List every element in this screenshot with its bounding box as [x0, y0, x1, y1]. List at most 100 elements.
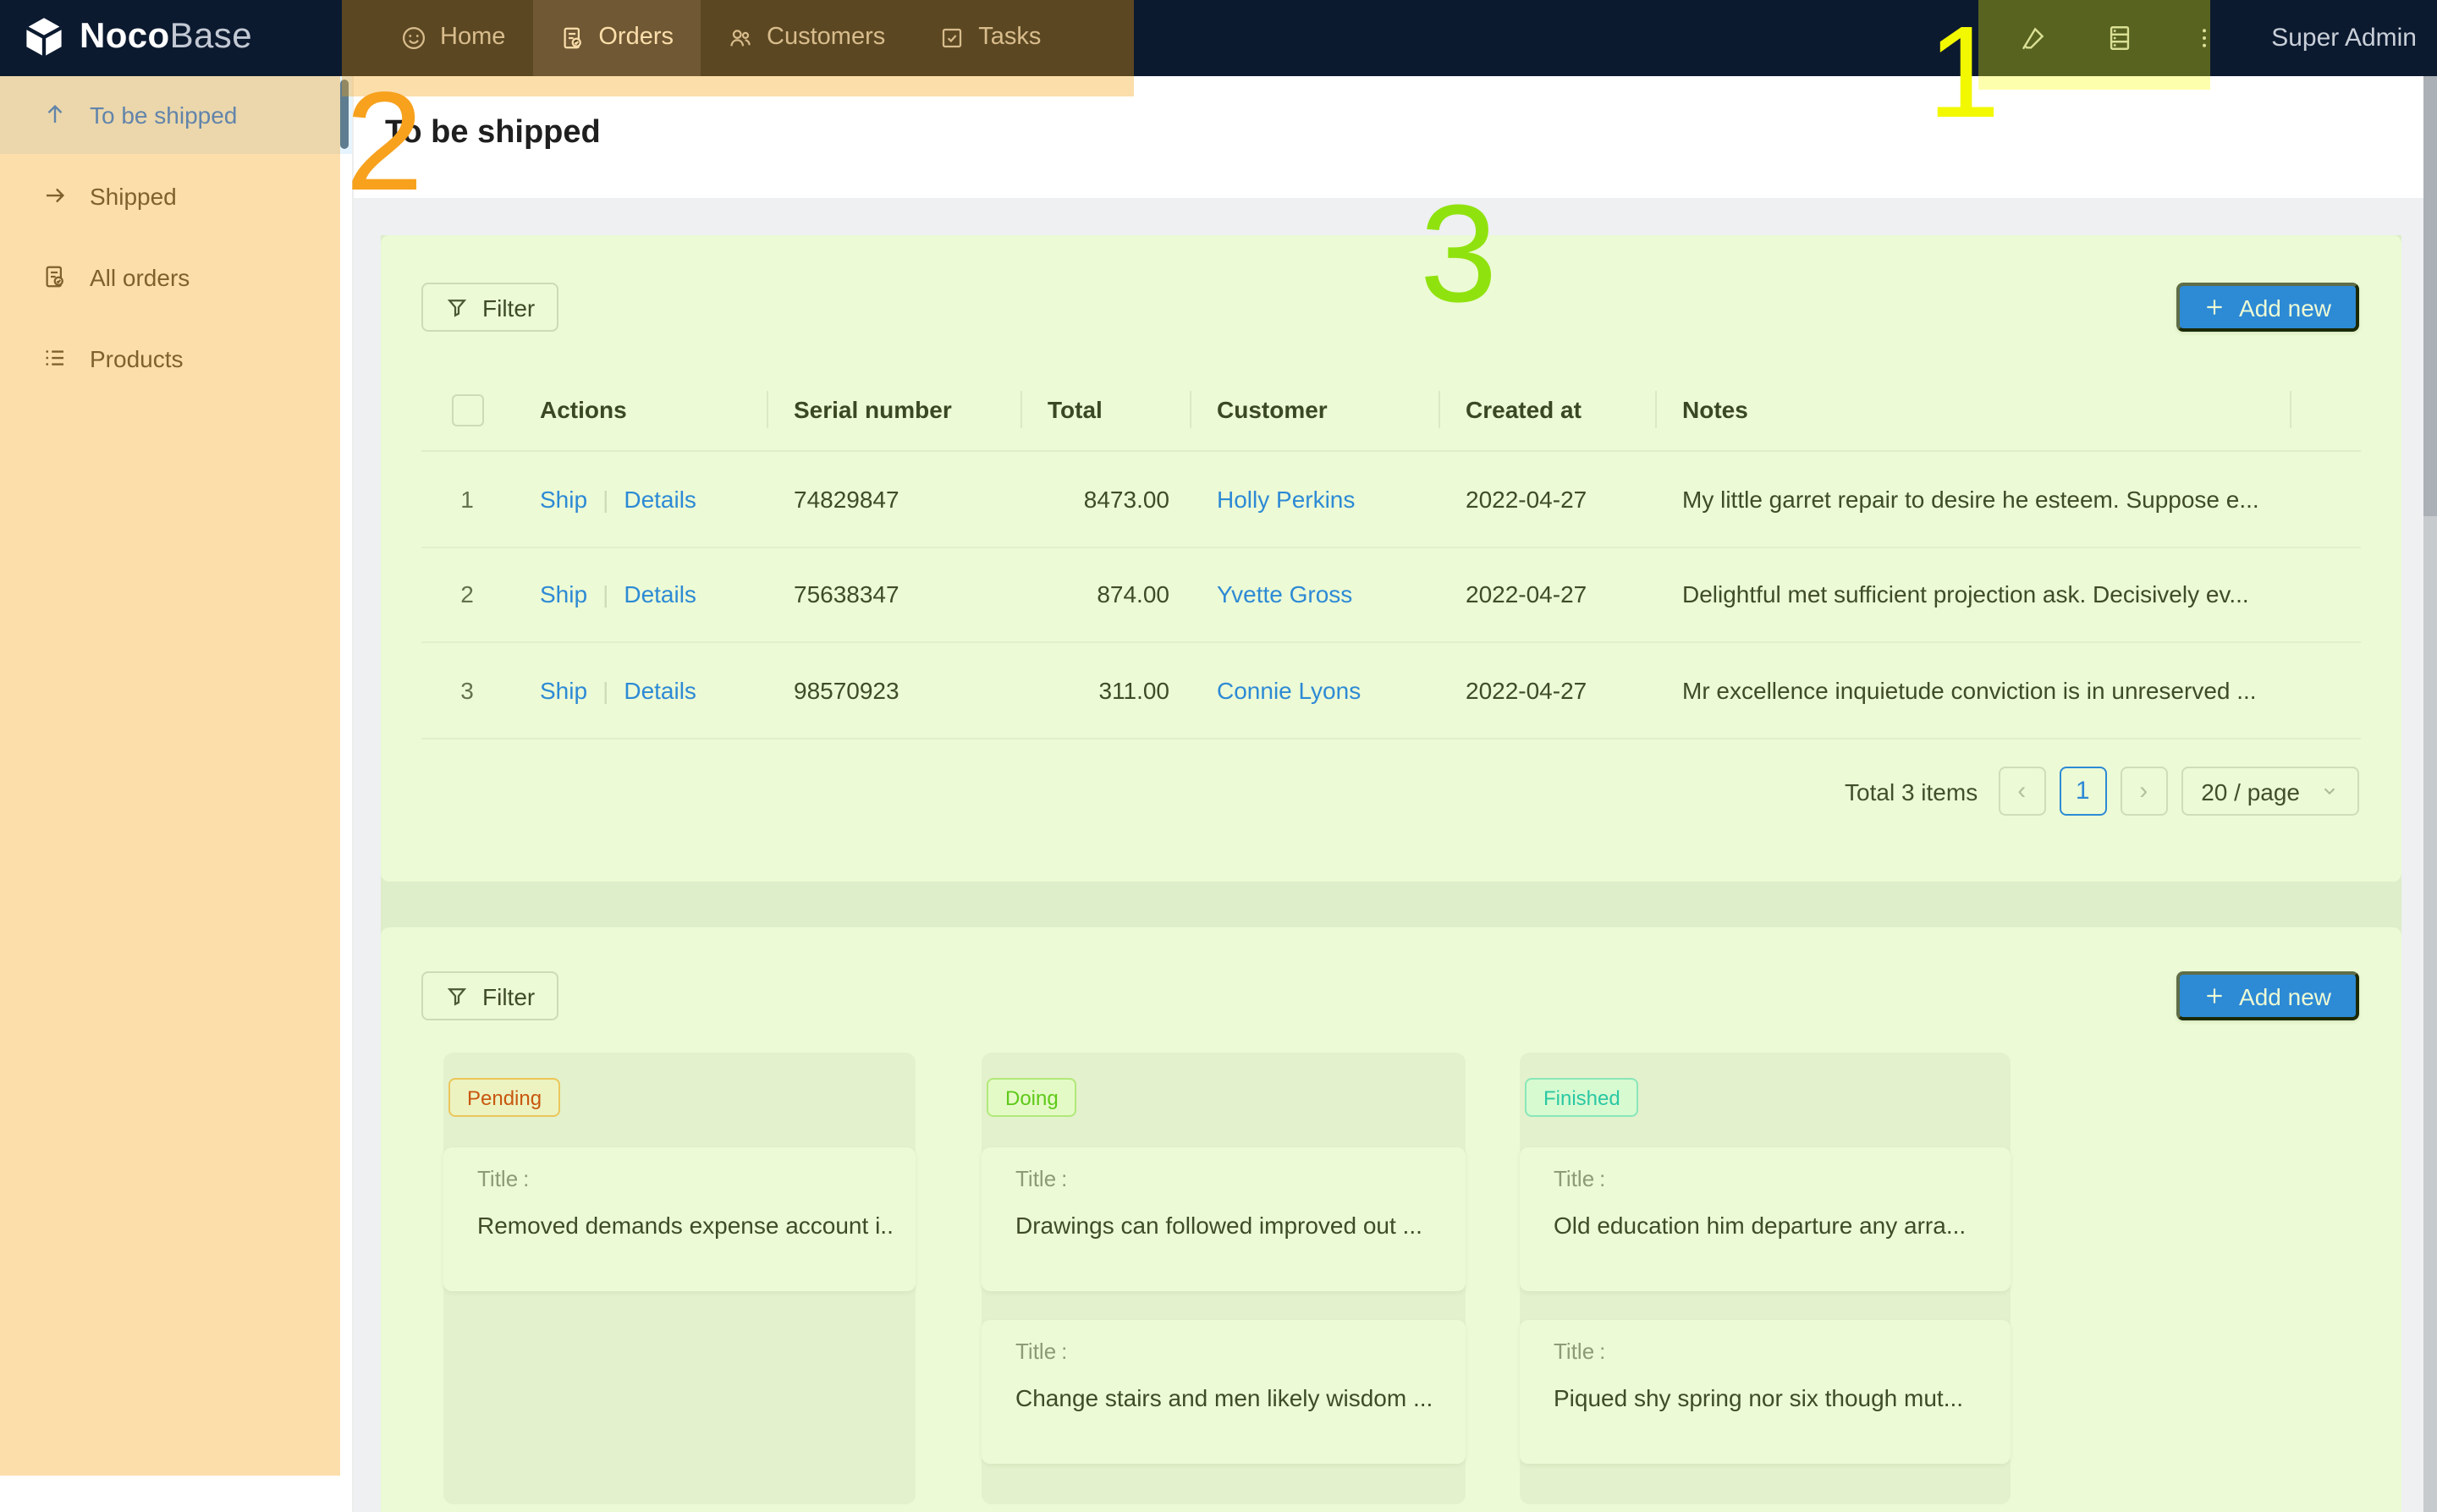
add-new-button[interactable]: Add new — [2176, 283, 2358, 332]
table-row: 3 Ship|Details 98570923 311.00 Connie Ly… — [421, 643, 2360, 739]
sidebar-item-products[interactable]: Products — [0, 319, 352, 397]
add-new-button-label: Add new — [2239, 982, 2331, 1009]
card-field-label: Title: — [1554, 1339, 1605, 1364]
kanban-card[interactable]: Title: Removed demands expense account i… — [443, 1147, 916, 1291]
kanban-card[interactable]: Title: Drawings can followed improved ou… — [982, 1147, 1466, 1291]
serial-number-cell: 74829847 — [767, 486, 1020, 513]
tab-label: Customers — [767, 25, 885, 52]
card-field-label: Title: — [1554, 1166, 1605, 1191]
customer-cell: Yvette Gross — [1190, 581, 1439, 608]
ship-link[interactable]: Ship — [540, 677, 587, 704]
details-link[interactable]: Details — [624, 677, 696, 704]
serial-number-cell: 75638347 — [767, 581, 1020, 608]
top-navbar: NocoBase Home — [0, 0, 2437, 75]
plus-icon — [2203, 296, 2225, 318]
sidebar-item-shipped[interactable]: Shipped — [0, 157, 352, 234]
card-field-label: Title: — [1015, 1166, 1067, 1191]
nocobase-logo[interactable]: NocoBase — [22, 0, 252, 75]
sidebar-item-all-orders[interactable]: All orders — [0, 238, 352, 316]
page-size-select[interactable]: 20 / page — [2181, 767, 2359, 816]
tab-home[interactable]: Home — [374, 0, 532, 75]
page-header: To be shipped — [352, 75, 2423, 197]
details-link[interactable]: Details — [624, 486, 696, 513]
filter-button-label: Filter — [482, 982, 535, 1009]
kanban-card[interactable]: Title: Piqued shy spring nor six though … — [1520, 1320, 2011, 1464]
row-actions: Ship | Details — [513, 677, 767, 704]
card-field-label: Title: — [477, 1166, 529, 1191]
page-scrollbar-thumb[interactable] — [2423, 75, 2437, 515]
created-at-cell: 2022-04-27 — [1439, 677, 1655, 704]
card-title: Change stairs and men likely wisdom ... — [1015, 1384, 1445, 1411]
sidebar-scrollbar-thumb[interactable] — [340, 80, 349, 149]
column-header-total: Total — [1020, 369, 1190, 450]
action-divider: | — [602, 677, 608, 704]
column-header-created-at: Created at — [1439, 369, 1655, 450]
column-header-customer: Customer — [1190, 369, 1439, 450]
sidebar-item-label: Products — [90, 344, 184, 371]
status-badge: Finished — [1525, 1078, 1639, 1117]
check-square-icon — [939, 25, 965, 51]
orders-table-block: Filter Add new Actions Serial number Tot… — [381, 235, 2401, 882]
ship-link[interactable]: Ship — [540, 486, 587, 513]
customer-link[interactable]: Yvette Gross — [1217, 581, 1352, 608]
page-title: To be shipped — [385, 114, 601, 151]
database-icon[interactable] — [2105, 24, 2134, 52]
tab-orders[interactable]: Orders — [532, 0, 701, 75]
tab-label: Home — [440, 25, 505, 52]
pagination-page-1[interactable]: 1 — [2059, 767, 2106, 816]
add-new-button[interactable]: Add new — [2176, 971, 2358, 1020]
kanban-column-pending: Pending Title: Removed demands expense a… — [443, 1052, 916, 1504]
sidebar-item-label: To be shipped — [90, 101, 237, 128]
row-index: 1 — [421, 486, 513, 513]
customer-cell: Connie Lyons — [1190, 677, 1439, 704]
filter-button-label: Filter — [482, 294, 535, 321]
user-menu[interactable]: Super Admin — [2271, 24, 2417, 52]
pagination-next-button[interactable]: › — [2120, 767, 2167, 816]
tab-tasks[interactable]: Tasks — [912, 0, 1068, 75]
list-icon — [42, 345, 68, 371]
kanban-card[interactable]: Title: Old education him departure any a… — [1520, 1147, 2011, 1291]
serial-number-cell: 98570923 — [767, 677, 1020, 704]
page-scrollbar-track[interactable] — [2423, 75, 2437, 1512]
tab-customers[interactable]: Customers — [701, 0, 912, 75]
created-at-cell: 2022-04-27 — [1439, 581, 1655, 608]
table-header-row: Actions Serial number Total Customer Cre… — [421, 369, 2360, 452]
sidebar-menu: To be shipped Shipped — [0, 75, 352, 397]
select-all-checkbox[interactable] — [451, 393, 483, 426]
customer-link[interactable]: Connie Lyons — [1217, 677, 1361, 704]
column-header-serial-number: Serial number — [767, 369, 1020, 450]
column-header-notes: Notes — [1655, 369, 2290, 450]
card-title: Piqued shy spring nor six though mut... — [1554, 1384, 1990, 1411]
notes-cell: Mr excellence inquietude conviction is i… — [1655, 677, 2290, 704]
kanban-card[interactable]: Title: Change stairs and men likely wisd… — [982, 1320, 1466, 1464]
sidebar-item-label: Shipped — [90, 182, 177, 209]
table-row: 1 Ship|Details 74829847 8473.00 Holly Pe… — [421, 452, 2360, 547]
orders-icon — [559, 25, 585, 51]
notes-cell: Delightful met sufficient projection ask… — [1655, 581, 2290, 608]
card-title: Drawings can followed improved out ... — [1015, 1212, 1445, 1239]
filter-button[interactable]: Filter — [421, 971, 558, 1020]
more-vertical-icon[interactable] — [2192, 25, 2217, 51]
kanban-column-doing: Doing Title: Drawings can followed impro… — [982, 1052, 1466, 1504]
ship-link[interactable]: Ship — [540, 581, 587, 608]
add-new-button-label: Add new — [2239, 294, 2331, 321]
navbar-right: Super Admin — [2019, 0, 2417, 75]
customer-link[interactable]: Holly Perkins — [1217, 486, 1355, 513]
page-size-value: 20 / page — [2201, 778, 2300, 805]
orders-table: Actions Serial number Total Customer Cre… — [421, 369, 2360, 739]
main-menu-tabs: Home Orders — [344, 0, 1068, 75]
sidebar: To be shipped Shipped — [0, 75, 354, 1512]
pagination-prev-button[interactable]: ‹ — [1998, 767, 2045, 816]
row-index: 3 — [421, 677, 513, 704]
row-actions: Ship|Details — [513, 581, 767, 608]
customer-cell: Holly Perkins — [1190, 486, 1439, 513]
table-row: 2 Ship|Details 75638347 874.00 Yvette Gr… — [421, 547, 2360, 643]
filter-button[interactable]: Filter — [421, 283, 558, 332]
filter-icon — [445, 295, 469, 319]
highlighter-icon[interactable] — [2019, 24, 2048, 52]
details-link[interactable]: Details — [624, 581, 696, 608]
sidebar-item-to-be-shipped[interactable]: To be shipped — [0, 75, 352, 153]
arrow-right-icon — [42, 183, 68, 208]
column-header-extra — [2290, 369, 2360, 450]
status-badge: Pending — [448, 1078, 560, 1117]
